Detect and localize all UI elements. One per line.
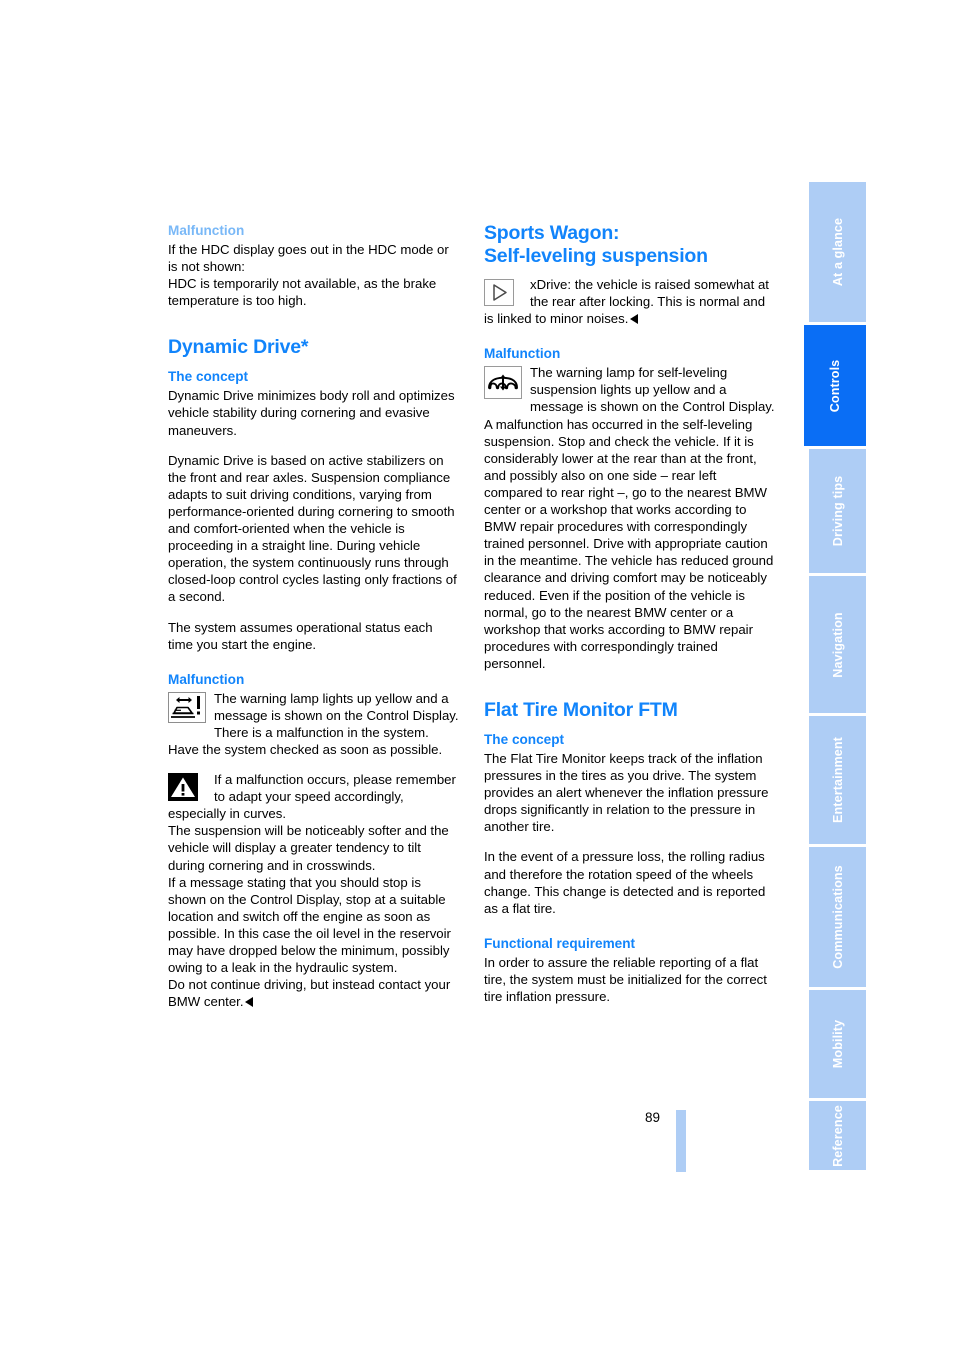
tab-controls[interactable]: Controls [804,325,866,446]
note-warning-lamp: The warning lamp lights up yellow and a … [168,690,460,758]
tab-driving-tips[interactable]: Driving tips [809,449,866,573]
heading-functional-requirement: Functional requirement [484,935,636,951]
tab-communications[interactable]: Communications [809,847,866,987]
heading-dynamic-drive: Dynamic Drive* [168,336,309,359]
heading-sports-wagon-self-leveling: Sports Wagon: Self-leveling suspension [484,222,776,268]
tab-label: At a glance [830,217,845,287]
paragraph-ftm-2: In the event of a pressure loss, the rol… [484,849,766,916]
note-warning-lamp-text-block: The warning lamp lights up yellow and a … [168,690,460,758]
heading-the-concept-ftm: The concept [484,731,565,747]
note-caution-text-block: If a malfunction occurs, please remember… [168,771,460,822]
heading-malfunction-self-leveling: Malfunction [484,346,561,362]
tab-label: Navigation [830,611,845,678]
page-number-bar [676,1110,686,1172]
heading-malfunction-hdc: Malfunction [168,223,245,238]
heading-the-concept-dynamic-drive: The concept [168,369,249,385]
end-of-section-marker [245,997,254,1008]
paragraph-ftm-1: The Flat Tire Monitor keeps track of the… [484,750,769,835]
note-self-leveling-text-block: The warning lamp for self-leveling suspe… [484,364,776,672]
self-leveling-suspension-icon [484,366,522,400]
note-self-leveling: The warning lamp for self-leveling suspe… [484,364,776,672]
note-xdrive: xDrive: the vehicle is raised somewhat a… [484,276,776,327]
left-text-column: Malfunction If the HDC display goes out … [168,222,460,1010]
paragraph-hdc-display: If the HDC display goes out in the HDC m… [168,242,449,275]
heading-sports-wagon-line2: Self-leveling suspension [484,245,708,267]
body-roll-warning-icon [168,691,206,723]
paragraph-suspension-stop-message: If a message stating that you should sto… [168,874,451,976]
heading-malfunction-dynamic-drive: Malfunction [168,671,245,687]
paragraph-suspension-contact-bmw-text: Do not continue driving, but instead con… [168,977,451,1010]
tab-navigation[interactable]: Navigation [809,576,866,713]
tab-mobility[interactable]: Mobility [809,990,866,1098]
paragraph-suspension-contact-bmw: Do not continue driving, but instead con… [168,976,460,1010]
end-of-section-marker-xdrive [630,314,639,325]
tab-label: Controls [828,359,842,412]
tab-label: Entertainment [830,737,845,823]
section-tab-rail: At a glance Controls Driving tips Navigatio… [804,182,866,1170]
heading-sports-wagon-line1: Sports Wagon: [484,222,620,244]
page-number: 89 [645,1110,661,1125]
manual-page: Malfunction If the HDC display goes out … [0,0,954,1351]
tab-label: Communications [830,865,845,969]
tab-label: Reference [830,1104,845,1167]
heading-flat-tire-monitor: Flat Tire Monitor FTM [484,698,678,721]
paragraph-hdc-temperature: HDC is temporarily not available, as the… [168,276,437,309]
paragraph-functional-requirement: In order to assure the reliable reportin… [484,954,767,1004]
paragraph-suspension-softer: The suspension will be noticeably softer… [168,823,449,873]
tab-label: Driving tips [830,475,845,547]
note-caution: If a malfunction occurs, please remember… [168,771,460,822]
tab-at-a-glance[interactable]: At a glance [809,182,866,322]
paragraph-concept-1: Dynamic Drive minimizes body roll and op… [168,388,455,438]
paragraph-concept-3: The system assumes operational status ea… [168,619,433,652]
right-text-column: Sports Wagon: Self-leveling suspension x… [484,222,776,1005]
play-triangle-icon [484,279,514,306]
tab-label: Mobility [830,1019,845,1069]
tab-reference[interactable]: Reference [809,1101,866,1170]
paragraph-concept-2: Dynamic Drive is based on active stabili… [168,452,457,605]
note-xdrive-text-block: xDrive: the vehicle is raised somewhat a… [484,276,776,327]
tab-entertainment[interactable]: Entertainment [809,716,866,844]
warning-triangle-icon [168,773,198,802]
